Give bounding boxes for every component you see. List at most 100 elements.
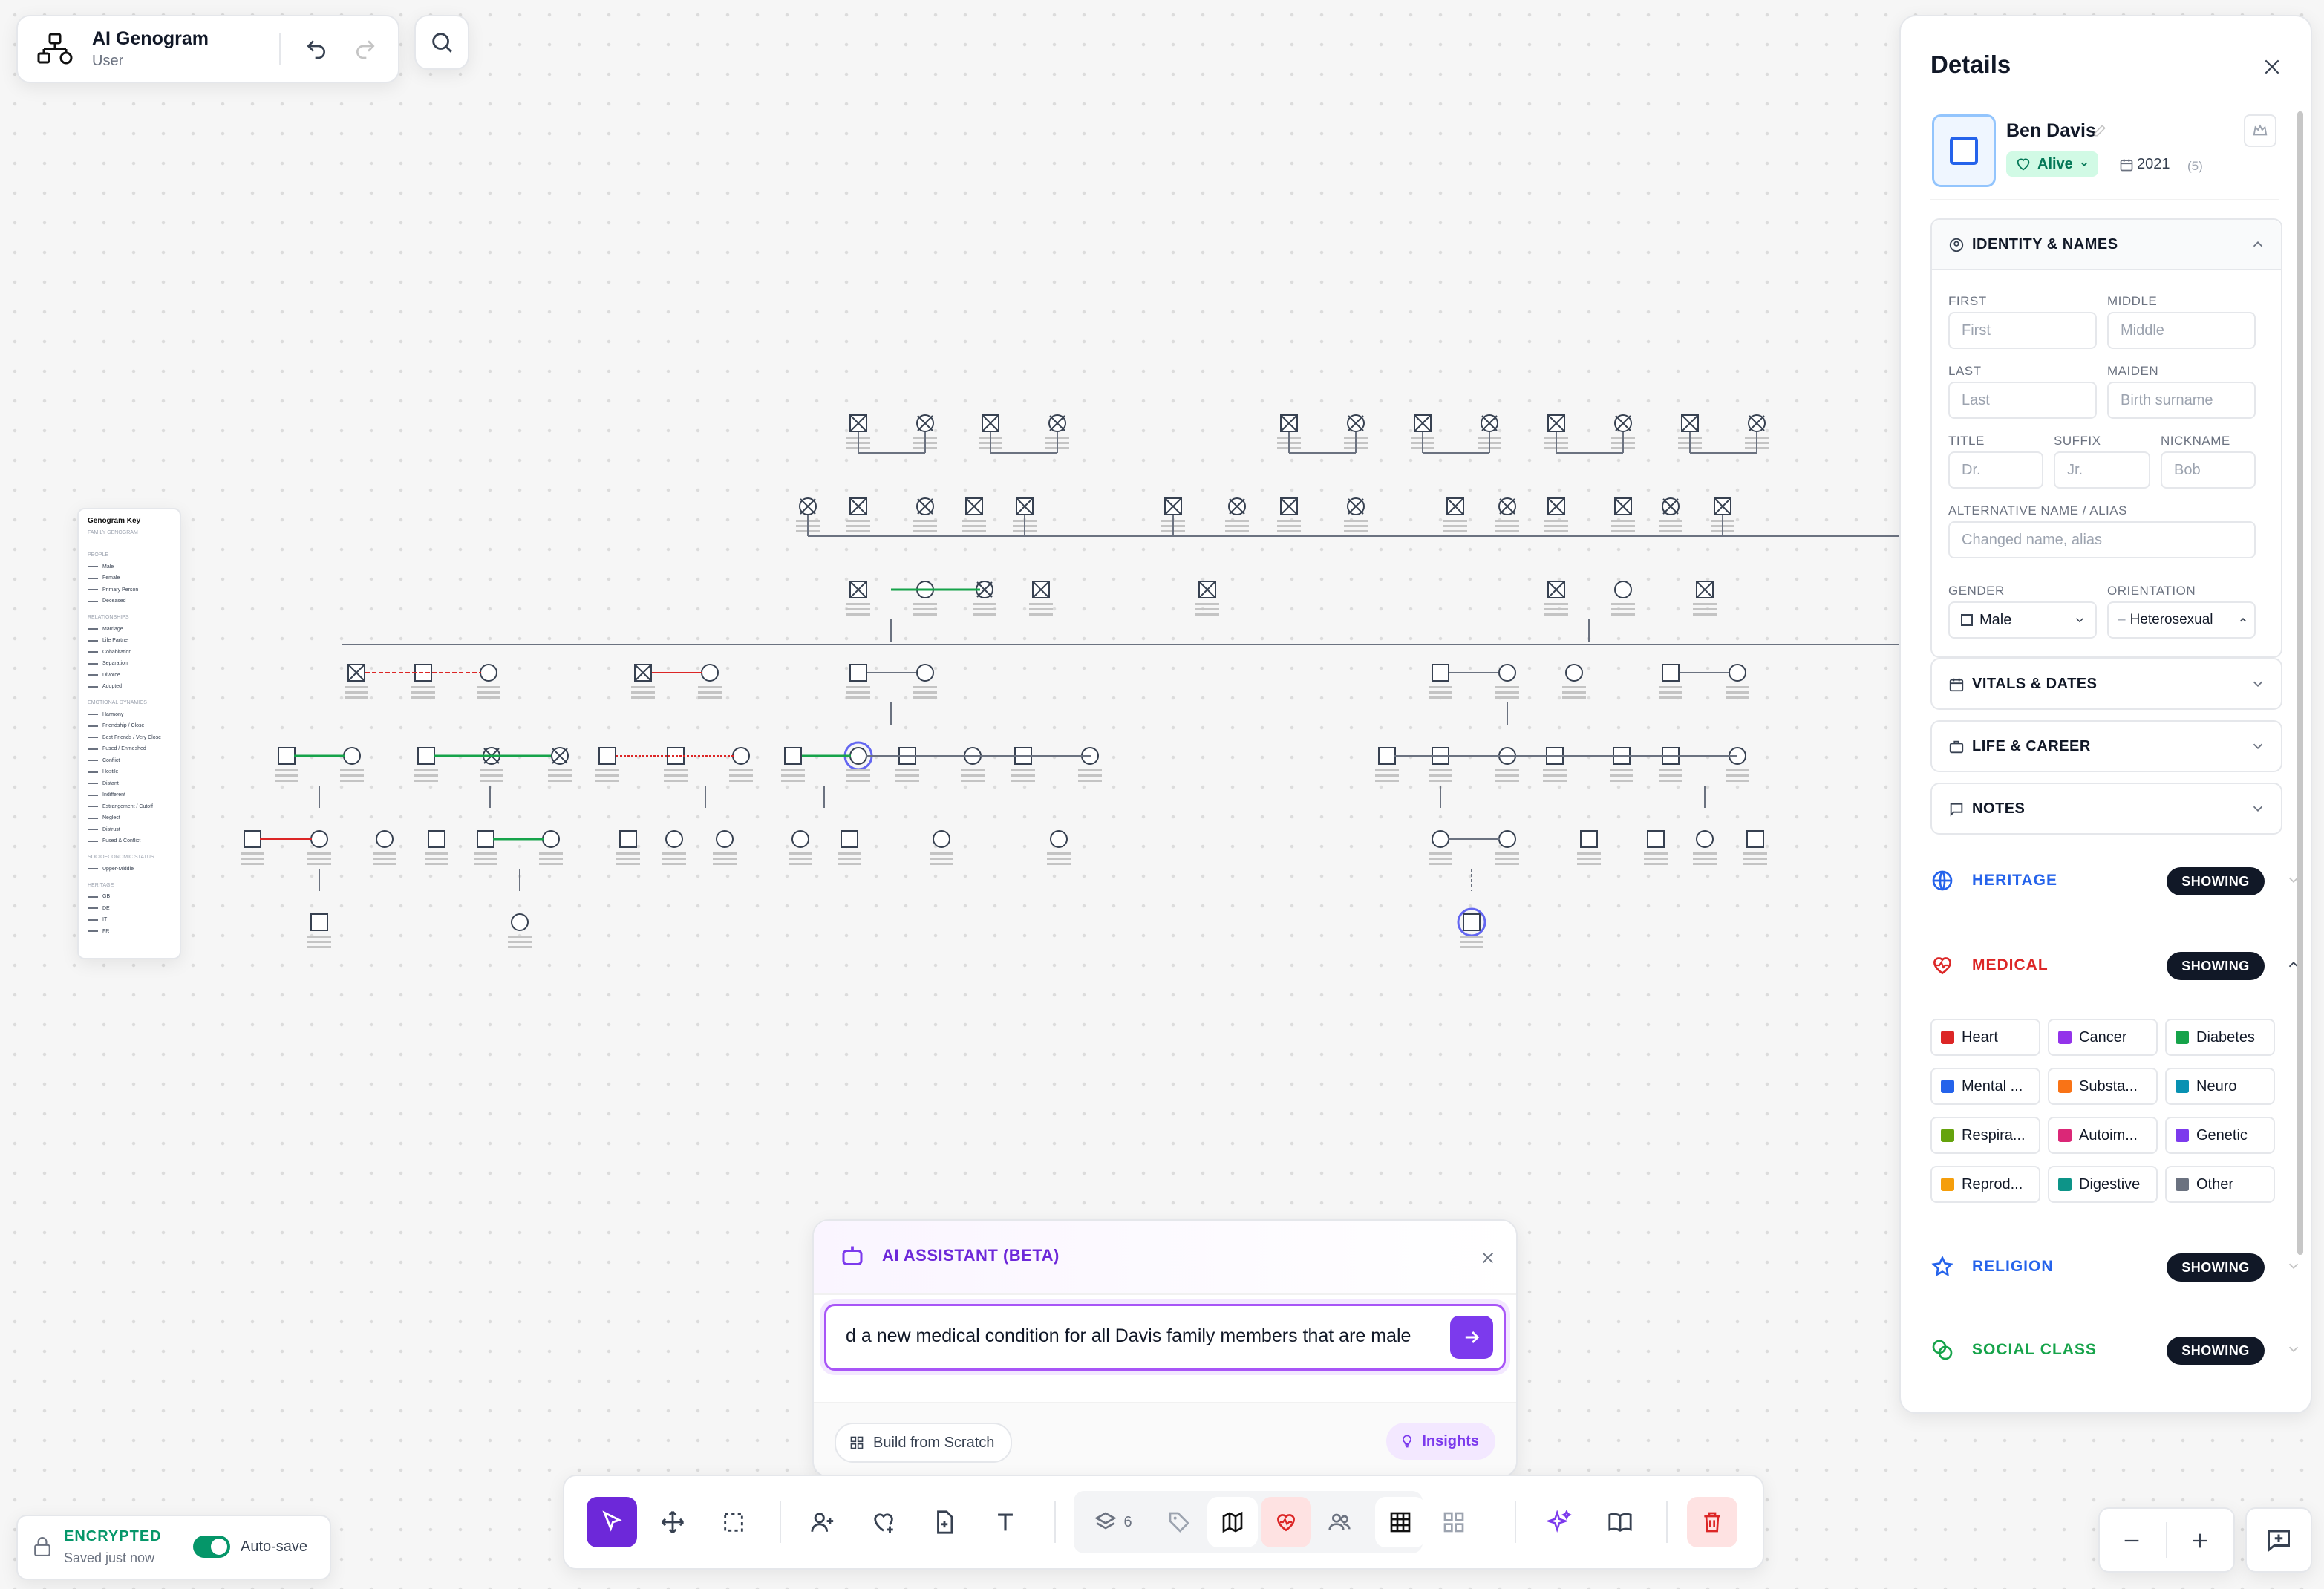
suffix-input[interactable]: Jr. xyxy=(2054,451,2150,489)
nickname-label: NICKNAME xyxy=(2161,434,2230,448)
chevron-down-icon[interactable] xyxy=(2285,1258,2302,1274)
identity-section: IDENTITY & NAMES FIRST First MIDDLE Midd… xyxy=(1930,218,2282,658)
key-item-label: Conflict xyxy=(102,757,120,763)
orientation-select[interactable]: – Heterosexual xyxy=(2107,601,2256,639)
medical-showing-badge[interactable]: SHOWING xyxy=(2167,952,2265,980)
medical-condition-chip[interactable]: Autoim... xyxy=(2048,1117,2158,1154)
feedback-button[interactable] xyxy=(2245,1507,2312,1573)
condition-label: Genetic xyxy=(2196,1126,2248,1143)
person-caption xyxy=(846,525,870,527)
medical-condition-chip[interactable]: Cancer xyxy=(2048,1019,2158,1056)
title-input[interactable]: Dr. xyxy=(1948,451,2043,489)
heart-pulse-icon xyxy=(1933,957,1952,975)
social-class-showing-badge[interactable]: SHOWING xyxy=(2167,1337,2265,1365)
search-button[interactable] xyxy=(414,15,469,70)
add-relationship-button[interactable] xyxy=(858,1497,909,1547)
person-caption xyxy=(508,946,532,948)
zoom-in-button[interactable] xyxy=(2181,1522,2219,1559)
chevron-down-icon[interactable] xyxy=(2285,1341,2302,1357)
first-name-input[interactable]: First xyxy=(1948,312,2097,349)
select-tool-button[interactable] xyxy=(587,1497,637,1547)
add-note-button[interactable] xyxy=(919,1497,970,1547)
briefcase-icon xyxy=(1949,740,1964,753)
autosave-toggle[interactable] xyxy=(193,1536,230,1558)
person-caption xyxy=(1429,696,1452,699)
build-from-scratch-button[interactable]: Build from Scratch xyxy=(835,1423,1013,1463)
life-career-section[interactable]: LIFE & CAREER xyxy=(1930,720,2282,772)
add-person-button[interactable] xyxy=(797,1497,848,1547)
medical-condition-chip[interactable]: Genetic xyxy=(2165,1117,2275,1154)
religion-showing-badge[interactable]: SHOWING xyxy=(2167,1253,2265,1282)
maiden-name-input[interactable]: Birth surname xyxy=(2107,382,2256,419)
close-details-button[interactable] xyxy=(2256,50,2288,83)
last-name-input[interactable]: Last xyxy=(1948,382,2097,419)
move-tool-button[interactable] xyxy=(647,1497,698,1547)
gender-select[interactable]: Male xyxy=(1948,601,2097,639)
notes-section[interactable]: NOTES xyxy=(1930,783,2282,835)
layers-button[interactable]: 6 xyxy=(1080,1497,1146,1547)
social-class-row[interactable]: SOCIAL CLASS SHOWING xyxy=(1930,1331,2299,1368)
undo-button[interactable] xyxy=(301,34,331,64)
bottom-toolbar: 6 xyxy=(563,1475,1764,1570)
person-caption xyxy=(789,852,812,855)
relationships-view-button[interactable] xyxy=(1314,1497,1365,1547)
ai-prompt-input[interactable]: d a new medical condition for all Davis … xyxy=(824,1304,1506,1371)
medical-condition-chip[interactable]: Other xyxy=(2165,1166,2275,1203)
insights-button[interactable]: Insights xyxy=(1386,1423,1495,1460)
medical-condition-chip[interactable]: Digestive xyxy=(2048,1166,2158,1203)
crown-button[interactable] xyxy=(2244,114,2276,147)
map-view-button[interactable] xyxy=(1207,1497,1258,1547)
details-scrollbar[interactable] xyxy=(2297,111,2303,1255)
person-caption xyxy=(480,780,503,782)
delete-button[interactable] xyxy=(1687,1497,1737,1547)
person-caption xyxy=(961,774,985,777)
male-person-symbol xyxy=(417,747,435,765)
layout-toggle-button[interactable] xyxy=(1429,1497,1479,1547)
person-symbol[interactable] xyxy=(1932,114,1996,187)
save-status: ENCRYPTED Saved just now Auto-save xyxy=(16,1515,331,1580)
medical-condition-chip[interactable]: Neuro xyxy=(2165,1068,2275,1105)
middle-name-input[interactable]: Middle xyxy=(2107,312,2256,349)
close-assistant-button[interactable] xyxy=(1473,1243,1503,1273)
medical-condition-chip[interactable]: Heart xyxy=(1930,1019,2040,1056)
app-header: AI Genogram User xyxy=(16,15,399,83)
heritage-showing-badge[interactable]: SHOWING xyxy=(2167,867,2265,895)
person-caption xyxy=(930,858,953,860)
heritage-row[interactable]: HERITAGE SHOWING xyxy=(1930,861,2299,898)
grid-toggle-button[interactable] xyxy=(1375,1497,1426,1547)
divider xyxy=(780,1501,781,1543)
ai-sparkles-button[interactable] xyxy=(1534,1497,1584,1547)
medical-condition-chip[interactable]: Diabetes xyxy=(2165,1019,2275,1056)
notes-title: NOTES xyxy=(1948,800,2025,818)
genogram-key[interactable]: Genogram Key FAMILY GENOGRAM PEOPLE Male Fe… xyxy=(77,508,181,959)
medical-row[interactable]: MEDICAL SHOWING xyxy=(1930,946,2299,983)
send-button[interactable] xyxy=(1450,1316,1493,1359)
chevron-up-icon[interactable] xyxy=(2250,236,2266,252)
tags-button[interactable] xyxy=(1154,1497,1204,1547)
medical-condition-chip[interactable]: Mental ... xyxy=(1930,1068,2040,1105)
medical-condition-chip[interactable]: Substa... xyxy=(2048,1068,2158,1105)
key-item-label: Distant xyxy=(102,780,119,786)
guide-button[interactable] xyxy=(1595,1497,1645,1547)
medical-view-button[interactable] xyxy=(1261,1497,1311,1547)
redo-button[interactable] xyxy=(350,34,380,64)
alt-name-input[interactable]: Changed name, alias xyxy=(1948,521,2256,558)
nickname-input[interactable]: Bob xyxy=(2161,451,2256,489)
key-section-title: RELATIONSHIPS xyxy=(88,615,129,620)
medical-condition-chip[interactable]: Reprod... xyxy=(1930,1166,2040,1203)
marquee-tool-button[interactable] xyxy=(708,1497,759,1547)
zoom-out-button[interactable] xyxy=(2113,1522,2150,1559)
add-text-button[interactable] xyxy=(980,1497,1031,1547)
person-caption xyxy=(838,858,861,860)
medical-condition-chip[interactable]: Respira... xyxy=(1930,1117,2040,1154)
person-caption xyxy=(548,780,572,782)
person-caption xyxy=(1495,863,1519,865)
person-caption xyxy=(307,941,331,943)
person-caption xyxy=(1029,613,1053,616)
edit-icon[interactable] xyxy=(2092,123,2107,138)
religion-row[interactable]: RELIGION SHOWING xyxy=(1930,1247,2299,1285)
status-dropdown[interactable]: Alive xyxy=(2006,151,2098,177)
color-swatch xyxy=(2058,1080,2072,1093)
gender-value: Male xyxy=(1979,611,2012,628)
vitals-section[interactable]: VITALS & DATES xyxy=(1930,658,2282,710)
